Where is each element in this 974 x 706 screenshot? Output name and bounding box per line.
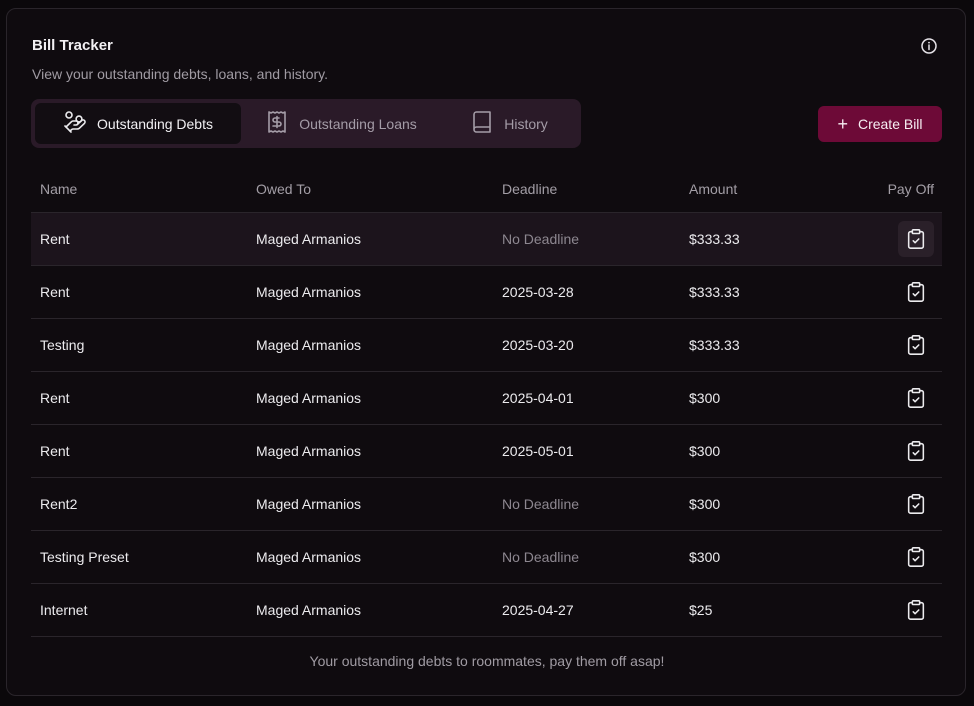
clipboard-check-icon [905, 228, 927, 250]
table-header-row: Name Owed To Deadline Amount Pay Off [31, 166, 942, 213]
pay-off-button[interactable] [898, 327, 934, 363]
clipboard-check-icon [905, 281, 927, 303]
tab-history[interactable]: History [441, 103, 577, 144]
receipt-icon [265, 110, 289, 137]
column-header-deadline: Deadline [493, 166, 680, 213]
table-row: Testing Preset Maged Armanios No Deadline $… [31, 530, 942, 584]
cell-owed-to: Maged Armanios [247, 530, 493, 584]
cell-pay-off [840, 265, 942, 319]
page-title: Bill Tracker [32, 37, 113, 54]
cell-amount: $300 [680, 424, 840, 478]
clipboard-check-icon [905, 387, 927, 409]
table-row: Rent Maged Armanios 2025-04-01 $300 [31, 371, 942, 425]
tab-label: Outstanding Loans [299, 115, 417, 132]
cell-name: Rent2 [31, 477, 247, 531]
cell-owed-to: Maged Armanios [247, 583, 493, 637]
table-row: Rent Maged Armanios 2025-05-01 $300 [31, 424, 942, 478]
cell-owed-to: Maged Armanios [247, 265, 493, 319]
cell-owed-to: Maged Armanios [247, 212, 493, 266]
pay-off-button[interactable] [898, 486, 934, 522]
cell-owed-to: Maged Armanios [247, 477, 493, 531]
tab-outstanding-debts[interactable]: Outstanding Debts [35, 103, 241, 144]
create-bill-button[interactable]: + Create Bill [818, 106, 942, 142]
clipboard-check-icon [905, 546, 927, 568]
bill-tracker-card: Bill Tracker View your outstanding debts… [6, 8, 966, 696]
page-subtitle: View your outstanding debts, loans, and … [32, 66, 328, 82]
cell-deadline: No Deadline [493, 477, 680, 531]
column-header-amount: Amount [680, 166, 840, 213]
clipboard-check-icon [905, 334, 927, 356]
table-row: Internet Maged Armanios 2025-04-27 $25 [31, 583, 942, 637]
cell-amount: $300 [680, 530, 840, 584]
info-icon[interactable] [920, 37, 938, 55]
create-bill-label: Create Bill [857, 116, 923, 132]
cell-deadline: No Deadline [493, 530, 680, 584]
tab-label: Outstanding Debts [97, 115, 213, 132]
table-row: Testing Maged Armanios 2025-03-20 $333.33 [31, 318, 942, 372]
cell-owed-to: Maged Armanios [247, 424, 493, 478]
pay-off-button[interactable] [898, 380, 934, 416]
pay-off-button[interactable] [898, 220, 934, 257]
cell-name: Rent [31, 424, 247, 478]
cell-name: Testing [31, 318, 247, 372]
cell-deadline: 2025-03-20 [493, 318, 680, 372]
pay-off-button[interactable] [898, 433, 934, 469]
book-icon [470, 110, 494, 137]
pay-off-button[interactable] [898, 539, 934, 575]
cell-owed-to: Maged Armanios [247, 371, 493, 425]
debts-table: Name Owed To Deadline Amount Pay Off Ren… [31, 166, 942, 637]
hand-coins-icon [63, 110, 87, 137]
clipboard-check-icon [905, 599, 927, 621]
cell-pay-off [840, 583, 942, 637]
plus-icon: + [837, 114, 848, 134]
cell-deadline: No Deadline [493, 212, 680, 266]
clipboard-check-icon [905, 440, 927, 462]
cell-name: Rent [31, 212, 247, 266]
cell-deadline: 2025-04-01 [493, 371, 680, 425]
cell-name: Rent [31, 265, 247, 319]
table-row: Rent2 Maged Armanios No Deadline $300 [31, 477, 942, 531]
cell-amount: $25 [680, 583, 840, 637]
cell-deadline: 2025-03-28 [493, 265, 680, 319]
table-row: Rent Maged Armanios 2025-03-28 $333.33 [31, 265, 942, 319]
table-caption: Your outstanding debts to roommates, pay… [309, 653, 665, 669]
pay-off-button[interactable] [898, 592, 934, 628]
cell-amount: $333.33 [680, 318, 840, 372]
tab-outstanding-loans[interactable]: Outstanding Loans [241, 103, 441, 144]
tab-label: History [504, 115, 548, 132]
cell-amount: $333.33 [680, 212, 840, 266]
clipboard-check-icon [905, 493, 927, 515]
cell-pay-off [840, 424, 942, 478]
cell-amount: $333.33 [680, 265, 840, 319]
tab-bar: Outstanding Debts Outstanding Loans Hist… [31, 99, 581, 148]
column-header-owed-to: Owed To [247, 166, 493, 213]
table-row: Rent Maged Armanios No Deadline $333.33 [31, 212, 942, 266]
cell-amount: $300 [680, 371, 840, 425]
cell-deadline: 2025-05-01 [493, 424, 680, 478]
cell-name: Testing Preset [31, 530, 247, 584]
cell-pay-off [840, 318, 942, 372]
cell-deadline: 2025-04-27 [493, 583, 680, 637]
cell-pay-off [840, 477, 942, 531]
cell-owed-to: Maged Armanios [247, 318, 493, 372]
cell-pay-off [840, 212, 942, 266]
cell-pay-off [840, 530, 942, 584]
column-header-pay-off: Pay Off [840, 166, 942, 213]
cell-name: Rent [31, 371, 247, 425]
cell-amount: $300 [680, 477, 840, 531]
cell-name: Internet [31, 583, 247, 637]
cell-pay-off [840, 371, 942, 425]
column-header-name: Name [31, 166, 247, 213]
pay-off-button[interactable] [898, 274, 934, 310]
